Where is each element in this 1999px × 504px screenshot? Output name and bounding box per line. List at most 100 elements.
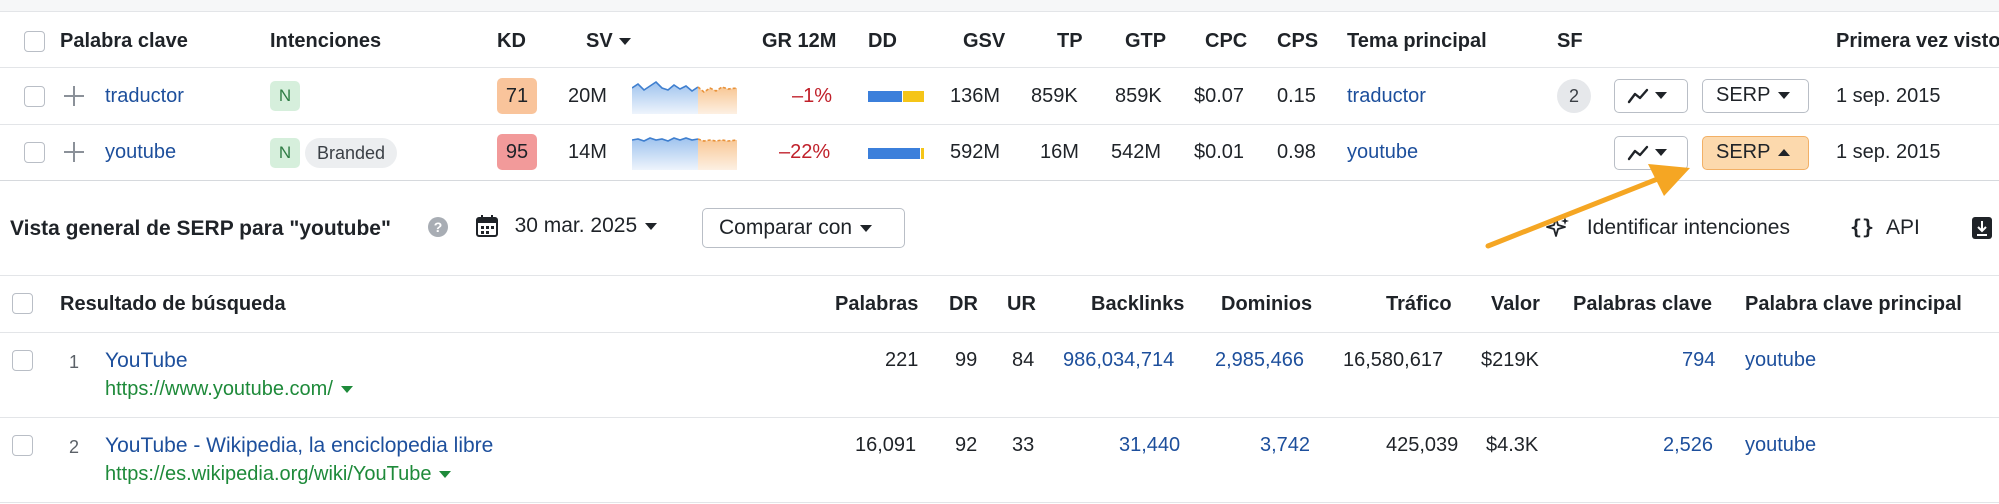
compare-label: Comparar con	[719, 216, 853, 239]
top-keyword-link[interactable]: youtube	[1745, 349, 1816, 372]
trend-sparkline[interactable]	[632, 132, 737, 170]
intent-badge-branded: Branded	[305, 138, 398, 168]
divider	[0, 417, 1999, 418]
cps-value: 0.98	[1277, 141, 1316, 163]
value-value: $4.3K	[1486, 434, 1539, 456]
result-title-link[interactable]: YouTube - Wikipedia, la enciclopedia lib…	[105, 434, 493, 458]
sv-value: 20M	[568, 85, 607, 107]
compare-with-dropdown[interactable]: Comparar con	[702, 208, 905, 248]
braces-icon: {}	[1850, 215, 1875, 239]
backlinks-link[interactable]: 31,440	[1119, 434, 1180, 457]
serp-toggle-button[interactable]: SERP	[1702, 79, 1809, 113]
header-intents[interactable]: Intenciones	[270, 30, 381, 53]
intent-badge-navigational: N	[270, 81, 300, 111]
table-top-strip	[0, 0, 1999, 12]
serp-features-count[interactable]: 2	[1557, 79, 1591, 113]
header-sf[interactable]: SF	[1557, 30, 1583, 53]
chevron-down-icon	[1655, 92, 1667, 100]
row-checkbox[interactable]	[12, 350, 33, 371]
result-url-link[interactable]: https://www.youtube.com/	[105, 378, 353, 401]
tp-value: 859K	[1031, 85, 1078, 107]
keywords-link[interactable]: 2,526	[1663, 434, 1713, 457]
select-all-checkbox[interactable]	[12, 293, 33, 314]
parent-topic-link[interactable]: traductor	[1347, 85, 1426, 108]
growth-value: –1%	[792, 85, 833, 107]
header-keywords[interactable]: Palabras clave	[1573, 293, 1712, 316]
header-sv[interactable]: SV	[586, 30, 631, 53]
trend-sparkline[interactable]	[632, 76, 737, 114]
cps-value: 0.15	[1277, 85, 1316, 107]
header-parent-topic[interactable]: Tema principal	[1347, 30, 1487, 53]
kd-badge: 95	[497, 134, 537, 170]
chevron-down-icon	[860, 224, 873, 232]
date-picker[interactable]: 30 mar. 2025	[475, 214, 658, 244]
api-label: API	[1885, 216, 1920, 239]
gtp-value: 542M	[1111, 141, 1162, 163]
header-keyword[interactable]: Palabra clave	[60, 30, 188, 53]
divider	[0, 275, 1999, 276]
header-sv-label: SV	[586, 30, 613, 52]
dr-value: 99	[955, 349, 978, 371]
difficulty-distribution-bar	[868, 91, 924, 102]
header-gr12m[interactable]: GR 12M	[762, 30, 836, 53]
gsv-value: 592M	[950, 141, 1001, 163]
header-search-result[interactable]: Resultado de búsqueda	[60, 293, 286, 316]
add-to-list-icon[interactable]	[63, 85, 85, 107]
ur-value: 84	[1012, 349, 1035, 371]
divider	[0, 332, 1999, 333]
help-icon[interactable]: ?	[428, 217, 448, 237]
trend-chart-button[interactable]	[1614, 79, 1688, 113]
row-checkbox[interactable]	[12, 435, 33, 456]
header-words[interactable]: Palabras	[835, 293, 918, 316]
header-gsv[interactable]: GSV	[963, 30, 1005, 53]
sort-desc-icon	[618, 38, 631, 46]
date-label: 30 mar. 2025	[514, 214, 638, 237]
chevron-down-icon[interactable]	[340, 386, 353, 394]
header-cps[interactable]: CPS	[1277, 30, 1318, 53]
header-domains[interactable]: Dominios	[1221, 293, 1312, 316]
chevron-up-icon	[1778, 149, 1791, 157]
divider	[0, 502, 1999, 503]
cpc-value: $0.01	[1194, 141, 1245, 163]
header-kd[interactable]: KD	[497, 30, 526, 53]
keyword-link[interactable]: traductor	[105, 85, 184, 108]
header-tp[interactable]: TP	[1057, 30, 1083, 53]
serp-toggle-button-active[interactable]: SERP	[1702, 136, 1809, 170]
header-cpc[interactable]: CPC	[1205, 30, 1247, 53]
chevron-down-icon	[1778, 92, 1791, 100]
keywords-link[interactable]: 794	[1682, 349, 1715, 372]
domains-link[interactable]: 3,742	[1260, 434, 1310, 457]
header-gtp[interactable]: GTP	[1125, 30, 1166, 53]
sv-value: 14M	[568, 141, 607, 163]
header-dr[interactable]: DR	[949, 293, 978, 316]
chevron-down-icon	[645, 222, 658, 230]
position-number: 2	[69, 437, 80, 457]
header-ur[interactable]: UR	[1007, 293, 1036, 316]
backlinks-link[interactable]: 986,034,714	[1063, 349, 1174, 372]
calendar-icon	[476, 215, 498, 237]
keyword-link[interactable]: youtube	[105, 141, 176, 164]
export-icon[interactable]	[1971, 216, 1993, 240]
top-keyword-link[interactable]: youtube	[1745, 434, 1816, 457]
select-all-checkbox[interactable]	[24, 31, 45, 52]
header-value[interactable]: Valor	[1491, 293, 1540, 316]
first-seen-value: 1 sep. 2015	[1836, 141, 1941, 163]
domains-link[interactable]: 2,985,466	[1215, 349, 1304, 372]
result-title-link[interactable]: YouTube	[105, 349, 188, 373]
row-checkbox[interactable]	[24, 86, 45, 107]
header-top-keyword[interactable]: Palabra clave principal	[1745, 293, 1962, 316]
header-first-seen[interactable]: Primera vez visto	[1836, 30, 1999, 53]
row-checkbox[interactable]	[24, 142, 45, 163]
traffic-value: 16,580,617	[1343, 349, 1444, 371]
add-to-list-icon[interactable]	[63, 141, 85, 163]
api-button[interactable]: {} API	[1850, 215, 1920, 240]
chevron-down-icon[interactable]	[439, 471, 452, 479]
result-url-link[interactable]: https://es.wikipedia.org/wiki/YouTube	[105, 463, 452, 486]
parent-topic-link[interactable]: youtube	[1347, 141, 1418, 164]
gtp-value: 859K	[1115, 85, 1162, 107]
header-dd[interactable]: DD	[868, 30, 897, 53]
header-backlinks[interactable]: Backlinks	[1091, 293, 1184, 316]
first-seen-value: 1 sep. 2015	[1836, 85, 1941, 107]
header-traffic[interactable]: Tráfico	[1386, 293, 1452, 316]
difficulty-distribution-bar	[868, 148, 924, 159]
